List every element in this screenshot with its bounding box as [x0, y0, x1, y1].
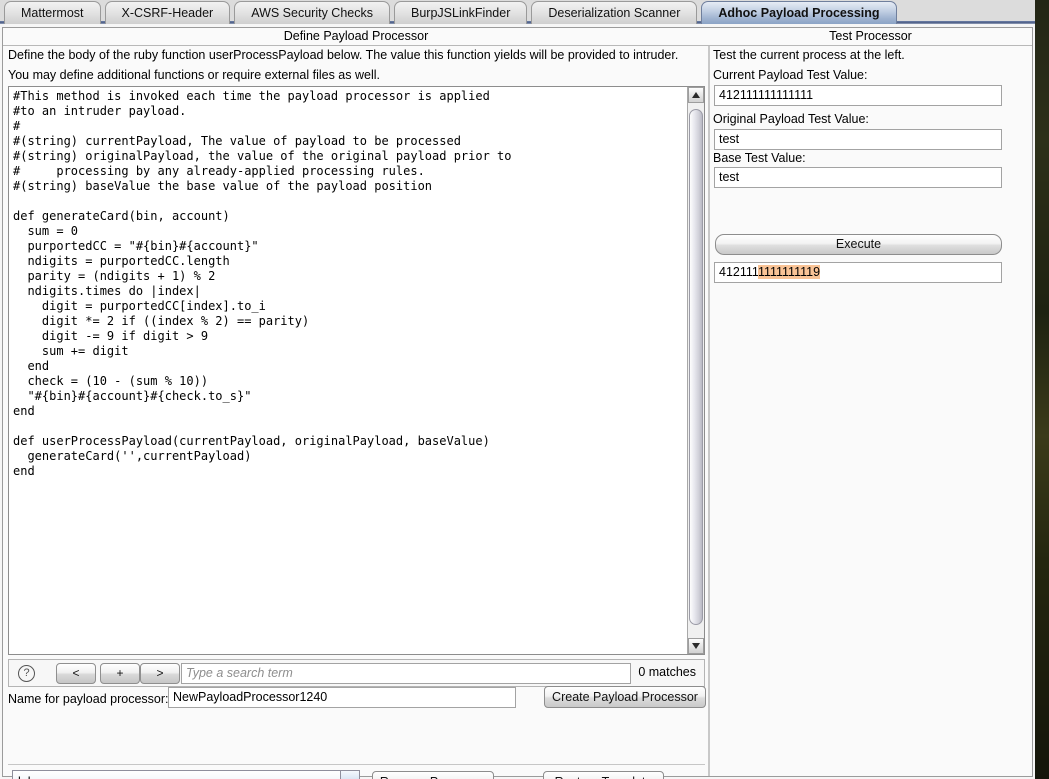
restore-template-button[interactable]: Restore Template	[543, 771, 664, 779]
help-icon[interactable]: ?	[18, 665, 35, 682]
processor-name-label: Name for payload processor:	[8, 692, 169, 706]
search-input[interactable]: Type a search term	[181, 663, 631, 684]
search-next-button[interactable]: >	[140, 663, 180, 684]
test-processor-pane: Test the current process at the left. Cu…	[710, 46, 1032, 776]
base-test-value-label: Base Test Value:	[713, 151, 806, 165]
app-root: Mattermost X-CSRF-Header AWS Security Ch…	[0, 0, 1049, 779]
burp-extension-window: Mattermost X-CSRF-Header AWS Security Ch…	[0, 0, 1035, 779]
test-processor-intro: Test the current process at the left.	[713, 48, 905, 62]
extension-tab-bar: Mattermost X-CSRF-Header AWS Security Ch…	[0, 0, 1035, 24]
desktop-background-strip	[1035, 0, 1049, 779]
test-processor-title: Test Processor	[829, 29, 912, 43]
execute-button[interactable]: Execute	[715, 234, 1002, 255]
code-editor-scrollbar[interactable]	[687, 87, 704, 654]
content-area: Define Payload Processor Test Processor …	[2, 27, 1033, 779]
define-payload-processor-pane: Define the body of the ruby function use…	[3, 46, 708, 779]
test-result-output[interactable]: 4121111111111119	[714, 262, 1002, 283]
create-payload-processor-button[interactable]: Create Payload Processor	[544, 686, 706, 708]
tab-burpjslinkfinder[interactable]: BurpJSLinkFinder	[394, 1, 528, 24]
code-editor[interactable]: #This method is invoked each time the pa…	[8, 86, 705, 655]
base-test-value-input[interactable]: test	[714, 167, 1002, 188]
scrollbar-thumb[interactable]	[689, 109, 703, 625]
tab-aws-security-checks[interactable]: AWS Security Checks	[234, 1, 390, 24]
search-previous-button[interactable]: <	[56, 663, 96, 684]
chevron-down-icon[interactable]	[340, 771, 359, 779]
tab-mattermost[interactable]: Mattermost	[4, 1, 101, 24]
scroll-up-arrow-icon[interactable]	[688, 87, 704, 103]
description-line-1: Define the body of the ruby function use…	[8, 48, 679, 62]
panel-header-row: Define Payload Processor Test Processor	[3, 28, 1032, 45]
current-payload-label: Current Payload Test Value:	[713, 68, 868, 82]
test-result-highlight: 1111111119	[757, 265, 821, 279]
current-payload-input[interactable]: 412111111111111	[714, 85, 1002, 106]
define-payload-processor-title: Define Payload Processor	[283, 29, 429, 43]
editor-search-bar: ? < + > Type a search term 0 matches	[8, 659, 705, 687]
tab-deserialization-scanner[interactable]: Deserialization Scanner	[531, 1, 698, 24]
remove-processor-button[interactable]: Remove Processor	[372, 771, 494, 779]
code-editor-text[interactable]: #This method is invoked each time the pa…	[9, 87, 687, 654]
bottom-divider	[8, 764, 705, 765]
original-payload-input[interactable]: test	[714, 129, 1002, 150]
processor-select-value: luhn	[18, 773, 42, 779]
description-line-2: You may define additional functions or r…	[8, 68, 380, 82]
test-result-prefix: 412111	[719, 265, 758, 279]
processor-name-input[interactable]: NewPayloadProcessor1240	[168, 687, 516, 708]
scroll-down-arrow-icon[interactable]	[688, 638, 704, 654]
tab-x-csrf-header[interactable]: X-CSRF-Header	[104, 1, 231, 24]
search-add-button[interactable]: +	[100, 663, 140, 684]
processor-select[interactable]: luhn	[12, 770, 360, 779]
search-matches-count: 0 matches	[638, 665, 696, 679]
original-payload-label: Original Payload Test Value:	[713, 112, 869, 126]
tab-adhoc-payload-processing[interactable]: Adhoc Payload Processing	[701, 1, 897, 24]
